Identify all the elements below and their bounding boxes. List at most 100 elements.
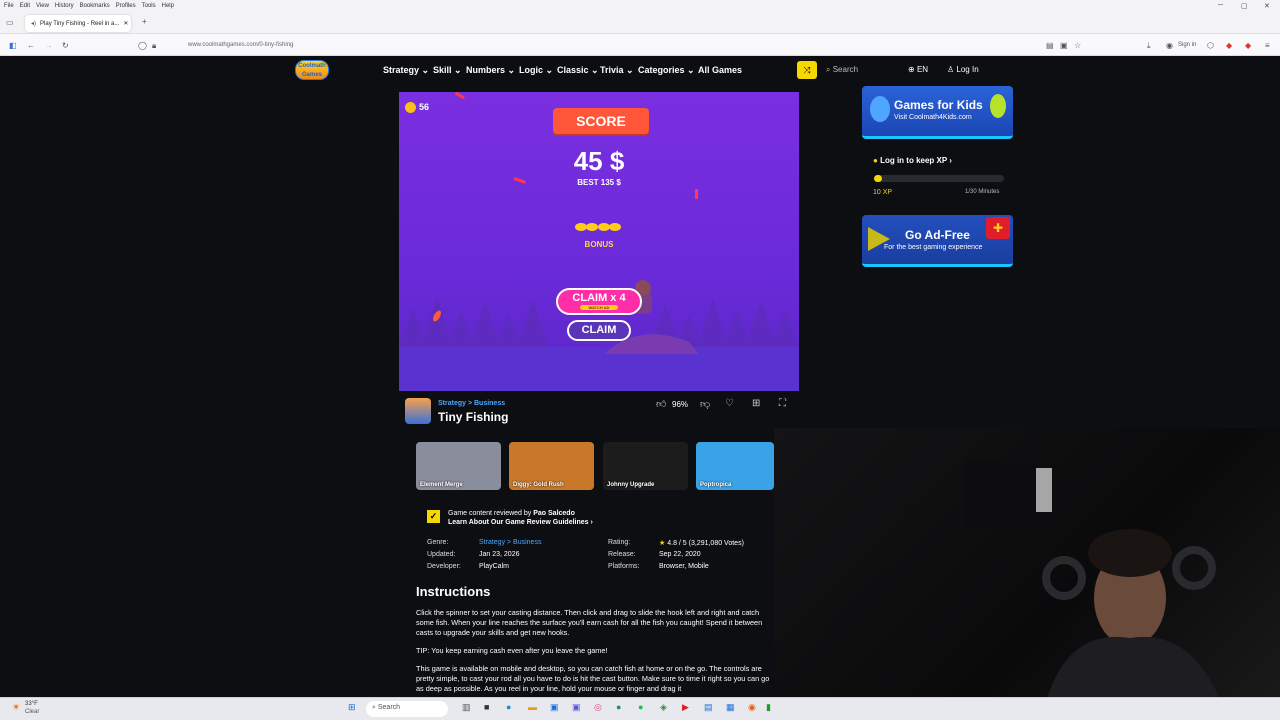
- taskbar-app-icon[interactable]: ▤: [704, 702, 713, 713]
- tab-bar: ▭ ◂) Play Tiny Fishing - Reel in a... ✕ …: [0, 12, 1280, 34]
- taskbar-app-icon[interactable]: ▮: [766, 702, 771, 713]
- breadcrumb[interactable]: Strategy > Business: [438, 400, 505, 407]
- menu-bookmarks[interactable]: Bookmarks: [80, 3, 110, 9]
- go-ad-free-banner[interactable]: ✚ Go Ad-Free For the best gaming experie…: [862, 215, 1013, 267]
- xp-value: 10 XP: [873, 189, 893, 196]
- back-icon[interactable]: ←: [27, 41, 35, 50]
- logo-text-bottom: Games: [301, 72, 322, 78]
- menu-history[interactable]: History: [55, 3, 74, 9]
- maximize-icon[interactable]: ▢: [1241, 2, 1248, 10]
- lock-icon[interactable]: 🔒︎: [152, 41, 156, 51]
- extensions-icon[interactable]: ⬡: [1207, 41, 1214, 50]
- nav-numbers[interactable]: Numbers ⌄: [466, 65, 515, 76]
- claim-button[interactable]: CLAIM: [567, 320, 631, 341]
- genre-value[interactable]: Strategy > Business: [479, 539, 541, 546]
- address-bar[interactable]: www.coolmathgames.com/0-tiny-fishing: [130, 37, 1050, 53]
- reload-icon[interactable]: ↻: [62, 41, 69, 50]
- menu-file[interactable]: File: [4, 3, 14, 9]
- menu-profiles[interactable]: Profiles: [116, 3, 136, 9]
- tab-list-icon[interactable]: ▭: [6, 18, 14, 27]
- reader-icon[interactable]: ▤: [1046, 41, 1054, 50]
- extension-icon-2[interactable]: ◆: [1245, 41, 1251, 50]
- nav-categories[interactable]: Categories ⌄: [638, 65, 695, 76]
- favorite-heart-icon[interactable]: ♡: [725, 398, 734, 409]
- taskbar-app-icon[interactable]: ◎: [594, 702, 602, 713]
- windows-start-icon[interactable]: ⊞: [348, 702, 356, 713]
- firefox-icon[interactable]: ◉: [748, 702, 756, 713]
- search-placeholder: Search: [832, 65, 859, 74]
- menu-icon[interactable]: ≡: [1265, 41, 1270, 50]
- minimize-icon[interactable]: ─: [1218, 2, 1223, 9]
- nav-all-games[interactable]: All Games: [698, 65, 742, 75]
- search-icon: ⌕: [372, 704, 376, 711]
- like-icon[interactable]: 👍︎: [656, 398, 666, 410]
- taskbar-edge-icon[interactable]: ●: [506, 702, 511, 712]
- fullscreen-icon[interactable]: ⛶: [779, 398, 786, 409]
- related-game-card[interactable]: Johnny Upgrade: [603, 442, 688, 490]
- menu-view[interactable]: View: [36, 3, 49, 9]
- instructions-paragraph: This game is available on mobile and des…: [416, 664, 770, 693]
- review-prefix: Game content reviewed by: [448, 510, 532, 517]
- alert-icon: ●: [873, 156, 878, 165]
- games-for-kids-banner[interactable]: Games for Kids Visit Coolmath4Kids.com: [862, 86, 1013, 139]
- alien-icon: [990, 94, 1006, 118]
- youtube-icon[interactable]: ▶: [682, 702, 689, 713]
- pip-icon[interactable]: ▣: [1060, 41, 1068, 50]
- nav-strategy[interactable]: Strategy ⌄: [383, 65, 429, 76]
- webcam-video: [964, 458, 1224, 710]
- related-game-card[interactable]: Element Merge: [416, 442, 501, 490]
- search-input[interactable]: ⌕ Search: [826, 65, 858, 75]
- release-value: Sep 22, 2020: [659, 551, 701, 558]
- taskbar-app-icon[interactable]: ◈: [660, 702, 667, 713]
- chevron-right-icon: ›: [590, 519, 593, 526]
- taskbar-search[interactable]: ⌕ Search: [366, 701, 448, 717]
- task-view-icon[interactable]: ▥: [462, 702, 471, 713]
- nav-trivia[interactable]: Trivia ⌄: [600, 65, 634, 76]
- file-explorer-icon[interactable]: ▬: [528, 702, 537, 712]
- menu-tools[interactable]: Tools: [142, 3, 156, 9]
- forward-icon[interactable]: →: [45, 41, 53, 50]
- spotify-icon[interactable]: ●: [638, 702, 643, 712]
- nav-classic[interactable]: Classic ⌄: [557, 65, 599, 76]
- taskbar-app-icon[interactable]: ▣: [550, 702, 559, 713]
- xp-login-prompt[interactable]: ● Log in to keep XP ›: [873, 156, 952, 165]
- new-tab-icon[interactable]: +: [142, 17, 147, 26]
- search-icon: ⌕: [826, 65, 831, 74]
- nav-skill[interactable]: Skill ⌄: [433, 65, 462, 76]
- game-canvas[interactable]: 56 SCORE 45 $ BEST 135 $ BONUS CLAIM x 4…: [399, 92, 799, 391]
- tab-tiny-fishing[interactable]: ◂) Play Tiny Fishing - Reel in a... ✕: [25, 15, 131, 32]
- sign-in-link[interactable]: Sign in: [1178, 42, 1196, 48]
- sidebar-icon[interactable]: ◧: [9, 41, 17, 50]
- close-tab-icon[interactable]: ✕: [123, 20, 128, 27]
- taskbar-app-icon[interactable]: ▦: [726, 702, 735, 713]
- menu-help[interactable]: Help: [162, 3, 174, 9]
- login-link[interactable]: ♙ Log In: [947, 65, 979, 74]
- reviewer-name[interactable]: Pao Salcedo: [533, 510, 575, 517]
- xp-minutes: 1/30 Minutes: [965, 189, 1000, 195]
- share-icon[interactable]: ⊞: [752, 398, 760, 409]
- tab-audio-icon[interactable]: ◂): [31, 20, 36, 27]
- taskbar-app-icon[interactable]: ■: [484, 702, 489, 712]
- bookmark-star-icon[interactable]: ☆: [1074, 41, 1081, 50]
- shield-icon[interactable]: ◯: [138, 41, 147, 50]
- related-game-card[interactable]: Poptropica: [696, 442, 774, 490]
- taskbar-app-icon[interactable]: ●: [616, 702, 621, 712]
- weather-icon[interactable]: ☀: [12, 702, 20, 713]
- teams-icon[interactable]: ▣: [572, 702, 581, 713]
- review-guidelines-link[interactable]: Learn About Our Game Review Guidelines ›: [448, 519, 593, 526]
- related-game-card[interactable]: Diggy: Gold Rush: [509, 442, 594, 490]
- dislike-icon[interactable]: 👎︎: [700, 398, 710, 410]
- genre-label: Genre:: [427, 539, 449, 546]
- download-icon[interactable]: ⤓: [1147, 41, 1151, 51]
- language-selector[interactable]: ⊕ EN: [908, 65, 928, 74]
- coolmath-logo[interactable]: Coolmath Games: [295, 60, 329, 80]
- close-window-icon[interactable]: ✕: [1264, 2, 1270, 10]
- nav-logic[interactable]: Logic ⌄: [519, 65, 553, 76]
- weather-text: Clear: [25, 709, 40, 715]
- shuffle-button[interactable]: ⤨: [797, 61, 817, 79]
- menu-edit[interactable]: Edit: [20, 3, 30, 9]
- extension-icon[interactable]: ◆: [1226, 41, 1232, 50]
- claim-x4-button[interactable]: CLAIM x 4 WATCH AD: [556, 288, 642, 315]
- coin-icon: [405, 102, 416, 113]
- account-icon[interactable]: ◉: [1166, 41, 1173, 50]
